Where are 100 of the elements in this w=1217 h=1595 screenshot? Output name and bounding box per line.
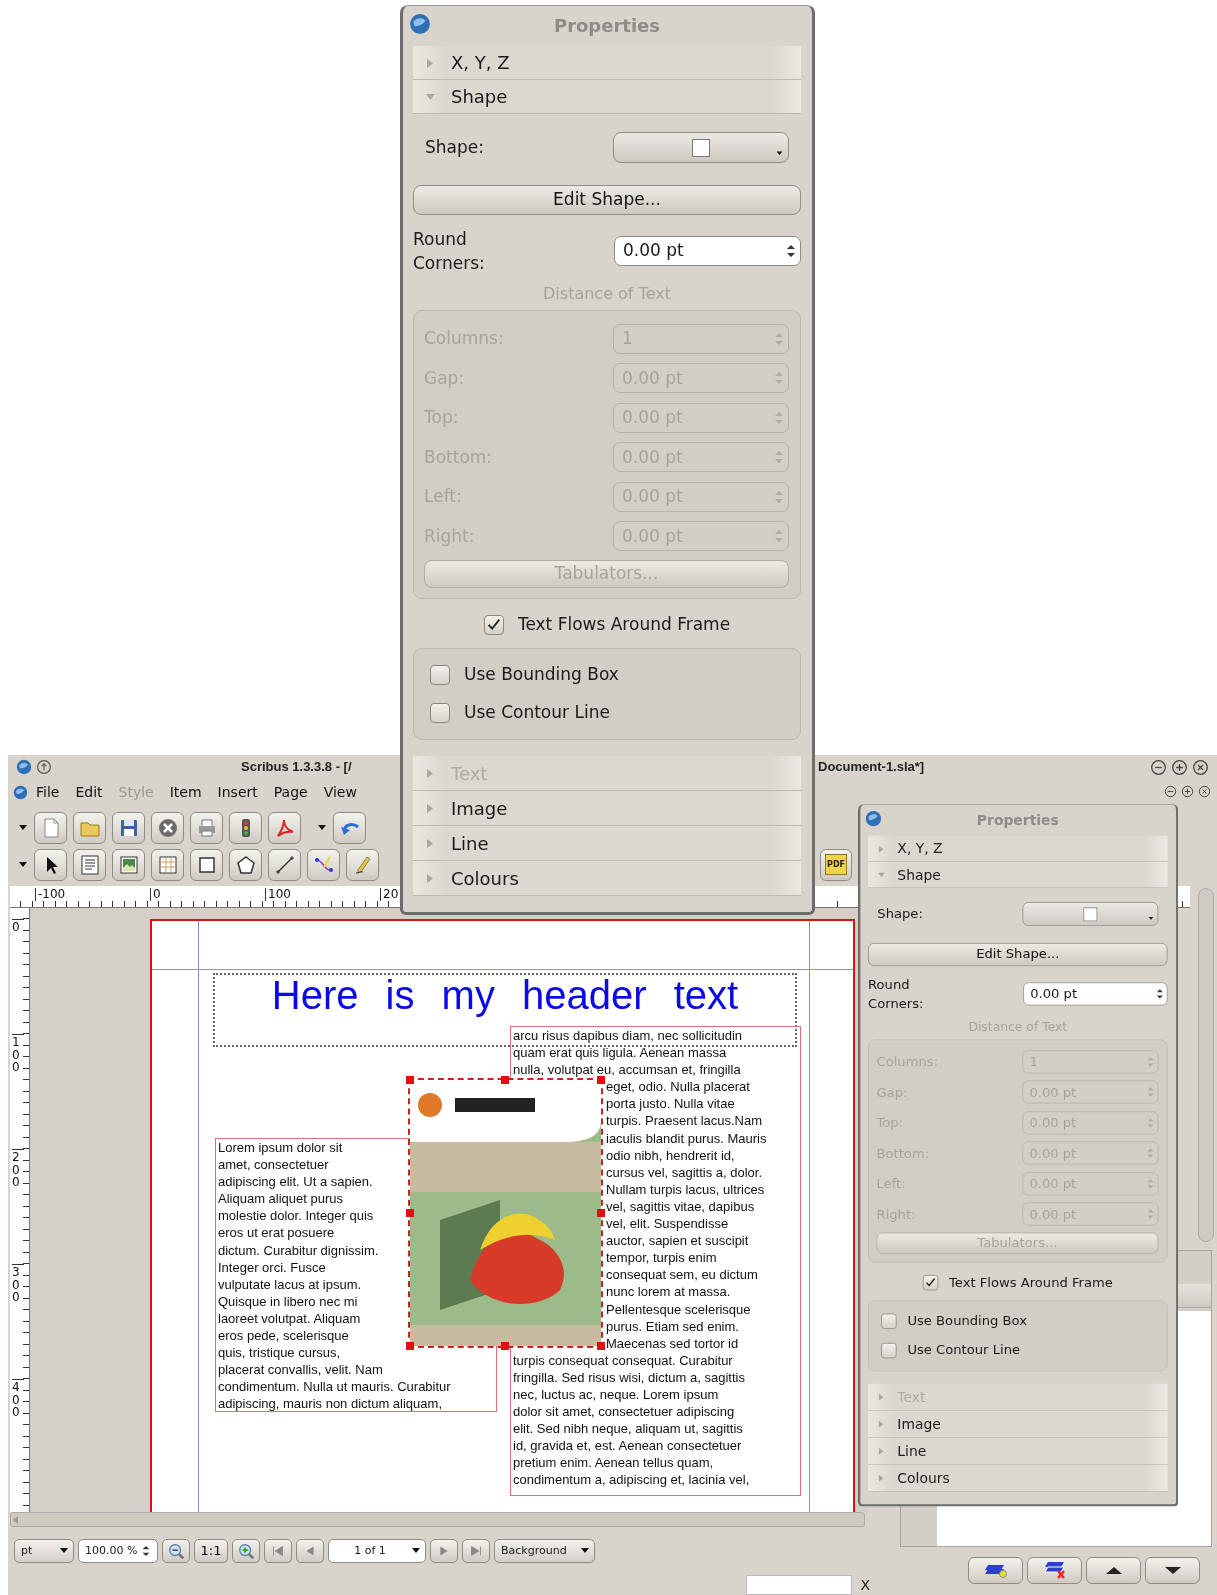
horizontal-scrollbar[interactable] — [10, 1512, 865, 1527]
move-up-button[interactable] — [1086, 1557, 1141, 1584]
text-line: condimentum. Nulla ut mauris. Curabitur — [218, 1378, 451, 1396]
add-layer-button[interactable] — [968, 1557, 1023, 1584]
section-header[interactable]: Line — [868, 1437, 1168, 1465]
table-button[interactable] — [151, 848, 184, 881]
close-button[interactable] — [1198, 785, 1211, 798]
selection-handle[interactable] — [597, 1209, 605, 1217]
next-page-button[interactable] — [430, 1539, 458, 1563]
restore-button[interactable] — [1181, 785, 1194, 798]
checkbox[interactable] — [483, 615, 504, 635]
rectangle-button[interactable] — [190, 848, 223, 881]
round-corners-field[interactable]: 0.00 pt — [614, 236, 801, 266]
spin-arrows-icon — [1145, 1208, 1156, 1220]
previous-page-button[interactable] — [296, 1539, 324, 1563]
section-header[interactable]: Shape — [413, 80, 801, 114]
selection-handle[interactable] — [406, 1342, 414, 1350]
selection-handle[interactable] — [597, 1342, 605, 1350]
vertical-scrollbar[interactable] — [1198, 888, 1214, 1242]
menu-item[interactable]: Edit — [67, 782, 111, 803]
ruler-label: 400 — [12, 1379, 24, 1419]
text-line: id, gravida et, est. Aenean consectetuer — [513, 1437, 742, 1455]
layer-dropdown[interactable]: Background — [494, 1539, 595, 1563]
move-down-button[interactable] — [1145, 1557, 1200, 1584]
input-field[interactable] — [746, 1575, 853, 1595]
selection-handle[interactable] — [406, 1076, 414, 1084]
square-icon — [1083, 907, 1098, 921]
zoom-out-button[interactable] — [162, 1539, 190, 1563]
section-header[interactable]: Colours — [868, 1464, 1168, 1492]
selection-handle[interactable] — [406, 1209, 414, 1217]
text-line: Pellentesque scelerisque — [606, 1300, 751, 1318]
shape-dropdown[interactable] — [613, 132, 789, 163]
section-header[interactable]: Image — [868, 1410, 1168, 1438]
selection-handle[interactable] — [501, 1342, 509, 1350]
text-frame-button[interactable] — [73, 848, 106, 881]
text-line: tempor, turpis enim — [606, 1249, 717, 1267]
spin-arrows-icon — [141, 1544, 152, 1558]
spin-arrows-icon — [773, 450, 785, 465]
close-button[interactable] — [1192, 759, 1209, 776]
section-header[interactable]: X, Y, Z — [413, 46, 801, 80]
pencil-button[interactable] — [346, 848, 379, 881]
picture-button[interactable] — [112, 848, 145, 881]
print-button[interactable] — [190, 811, 223, 844]
shape-dropdown[interactable] — [1022, 902, 1159, 926]
menu-item[interactable]: File — [28, 782, 68, 803]
menu-item[interactable]: View — [315, 782, 365, 803]
edit-shape-button[interactable]: Edit Shape... — [868, 942, 1168, 967]
checkbox-label: Text Flows Around Frame — [517, 613, 731, 637]
minimize-button[interactable] — [1150, 759, 1167, 776]
text-line: vel, elit. Suspendisse — [606, 1215, 729, 1233]
ruler-label: 100 — [265, 888, 291, 901]
text-line: Integer orci. Fusce — [218, 1258, 326, 1276]
menu-item[interactable]: Page — [265, 782, 316, 803]
checkbox[interactable] — [881, 1313, 897, 1329]
actual-size-button[interactable]: 1:1 — [194, 1539, 228, 1563]
minimize-button[interactable] — [1164, 785, 1177, 798]
checkbox[interactable] — [430, 665, 450, 685]
menu-item[interactable]: Item — [161, 782, 210, 803]
section-header[interactable]: Shape — [868, 861, 1168, 889]
close-document-button[interactable] — [151, 811, 184, 844]
section-header[interactable]: Line — [413, 826, 801, 861]
pdf-button[interactable]: PDF — [820, 848, 852, 881]
checkbox[interactable] — [430, 703, 450, 723]
text-line: placerat convallis, velit. Nam — [218, 1361, 383, 1379]
pentagon-button[interactable] — [229, 848, 262, 881]
last-page-button[interactable] — [462, 1539, 490, 1563]
globe-icon — [409, 12, 431, 35]
save-button[interactable] — [112, 811, 145, 844]
selection-handle[interactable] — [501, 1076, 509, 1084]
checkbox-label: Text Flows Around Frame — [949, 1273, 1113, 1292]
menu-item[interactable]: Insert — [209, 782, 266, 803]
ruler-label: 300 — [12, 1264, 24, 1304]
edit-shape-button[interactable]: Edit Shape... — [413, 185, 801, 215]
curved-arrow-button[interactable] — [333, 811, 366, 844]
swirl-button[interactable] — [268, 811, 301, 844]
section-header[interactable]: X, Y, Z — [868, 835, 1168, 862]
section-header[interactable]: Colours — [413, 861, 801, 896]
section-header[interactable]: Image — [413, 791, 801, 826]
first-page-button[interactable] — [264, 1539, 292, 1563]
delete-layer-button[interactable] — [1027, 1557, 1082, 1584]
text-line: Maecenas sed tortor id — [606, 1334, 739, 1352]
unit-dropdown[interactable]: pt — [14, 1539, 74, 1563]
maximize-button[interactable] — [1171, 759, 1188, 776]
zoom-in-button[interactable] — [232, 1539, 260, 1563]
line-icon — [273, 853, 296, 876]
picture-icon — [117, 853, 140, 876]
checkbox-label: Use Bounding Box — [464, 663, 619, 687]
open-folder-button[interactable] — [73, 811, 106, 844]
text-line: odio nibh, hendrerit id, — [606, 1146, 735, 1164]
checkbox[interactable] — [922, 1274, 939, 1291]
pointer-button[interactable] — [34, 848, 67, 881]
zoom-field[interactable]: 100.00 % — [78, 1539, 158, 1563]
checkbox-label: Use Bounding Box — [907, 1311, 1027, 1331]
bezier-button[interactable] — [307, 848, 340, 881]
selection-handle[interactable] — [597, 1076, 605, 1084]
line-button[interactable] — [268, 848, 301, 881]
round-corners-field[interactable]: 0.00 pt — [1023, 982, 1168, 1006]
traffic-light-button[interactable] — [229, 811, 262, 844]
page-dropdown[interactable]: 1 of 1 — [328, 1539, 426, 1563]
checkbox[interactable] — [881, 1342, 897, 1359]
